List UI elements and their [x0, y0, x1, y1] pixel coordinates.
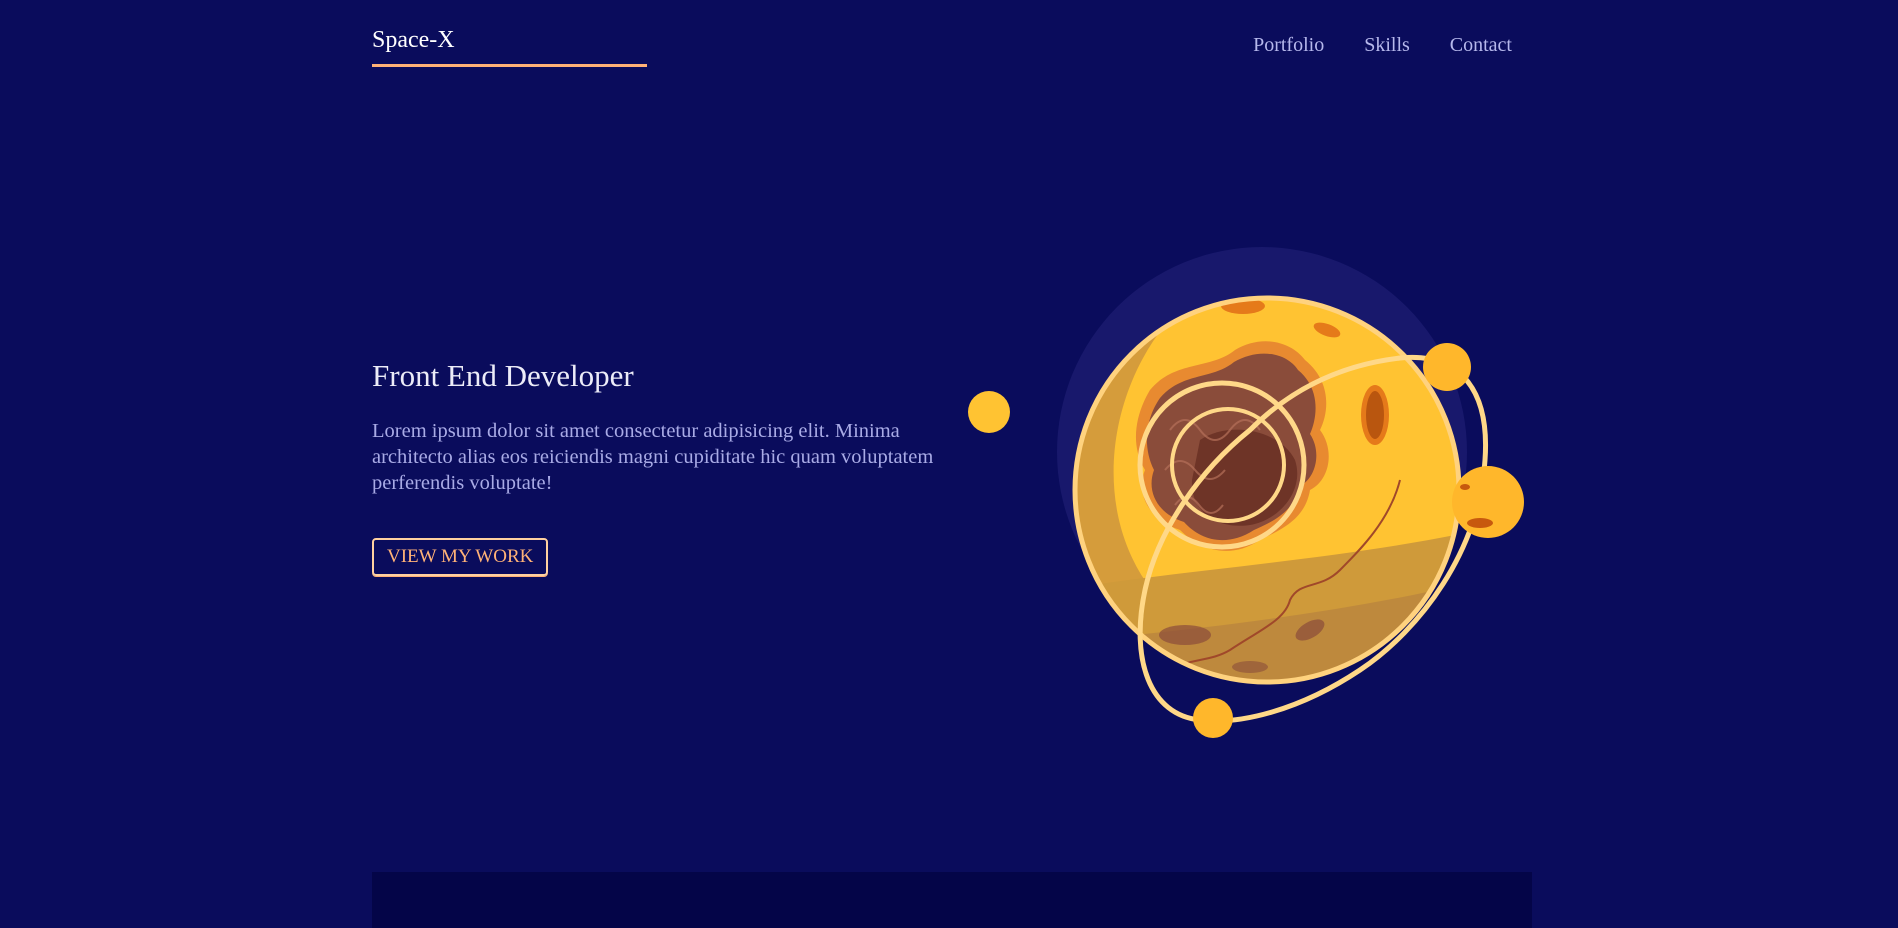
planet-illustration [968, 247, 1524, 738]
nav-link-contact[interactable]: Contact [1450, 34, 1512, 57]
moon-bottom [1193, 698, 1233, 738]
view-my-work-button[interactable]: VIEW MY WORK [372, 538, 549, 576]
hero-description: Lorem ipsum dolor sit amet consectetur a… [372, 420, 934, 494]
moon-small-left [968, 391, 1010, 433]
main-nav: Portfolio Skills Contact [1253, 34, 1512, 57]
hero-title: Front End Developer [372, 358, 634, 393]
nav-link-portfolio[interactable]: Portfolio [1253, 34, 1324, 57]
moon-top-right [1423, 343, 1471, 391]
logo[interactable]: Space-X [372, 24, 647, 67]
logo-text[interactable]: Space-X [372, 24, 647, 56]
content-panel [372, 872, 1532, 928]
moon-right [1452, 466, 1524, 538]
nav-link-skills[interactable]: Skills [1364, 34, 1410, 57]
page: Space-X Portfolio Skills Contact Front E… [0, 0, 1898, 928]
